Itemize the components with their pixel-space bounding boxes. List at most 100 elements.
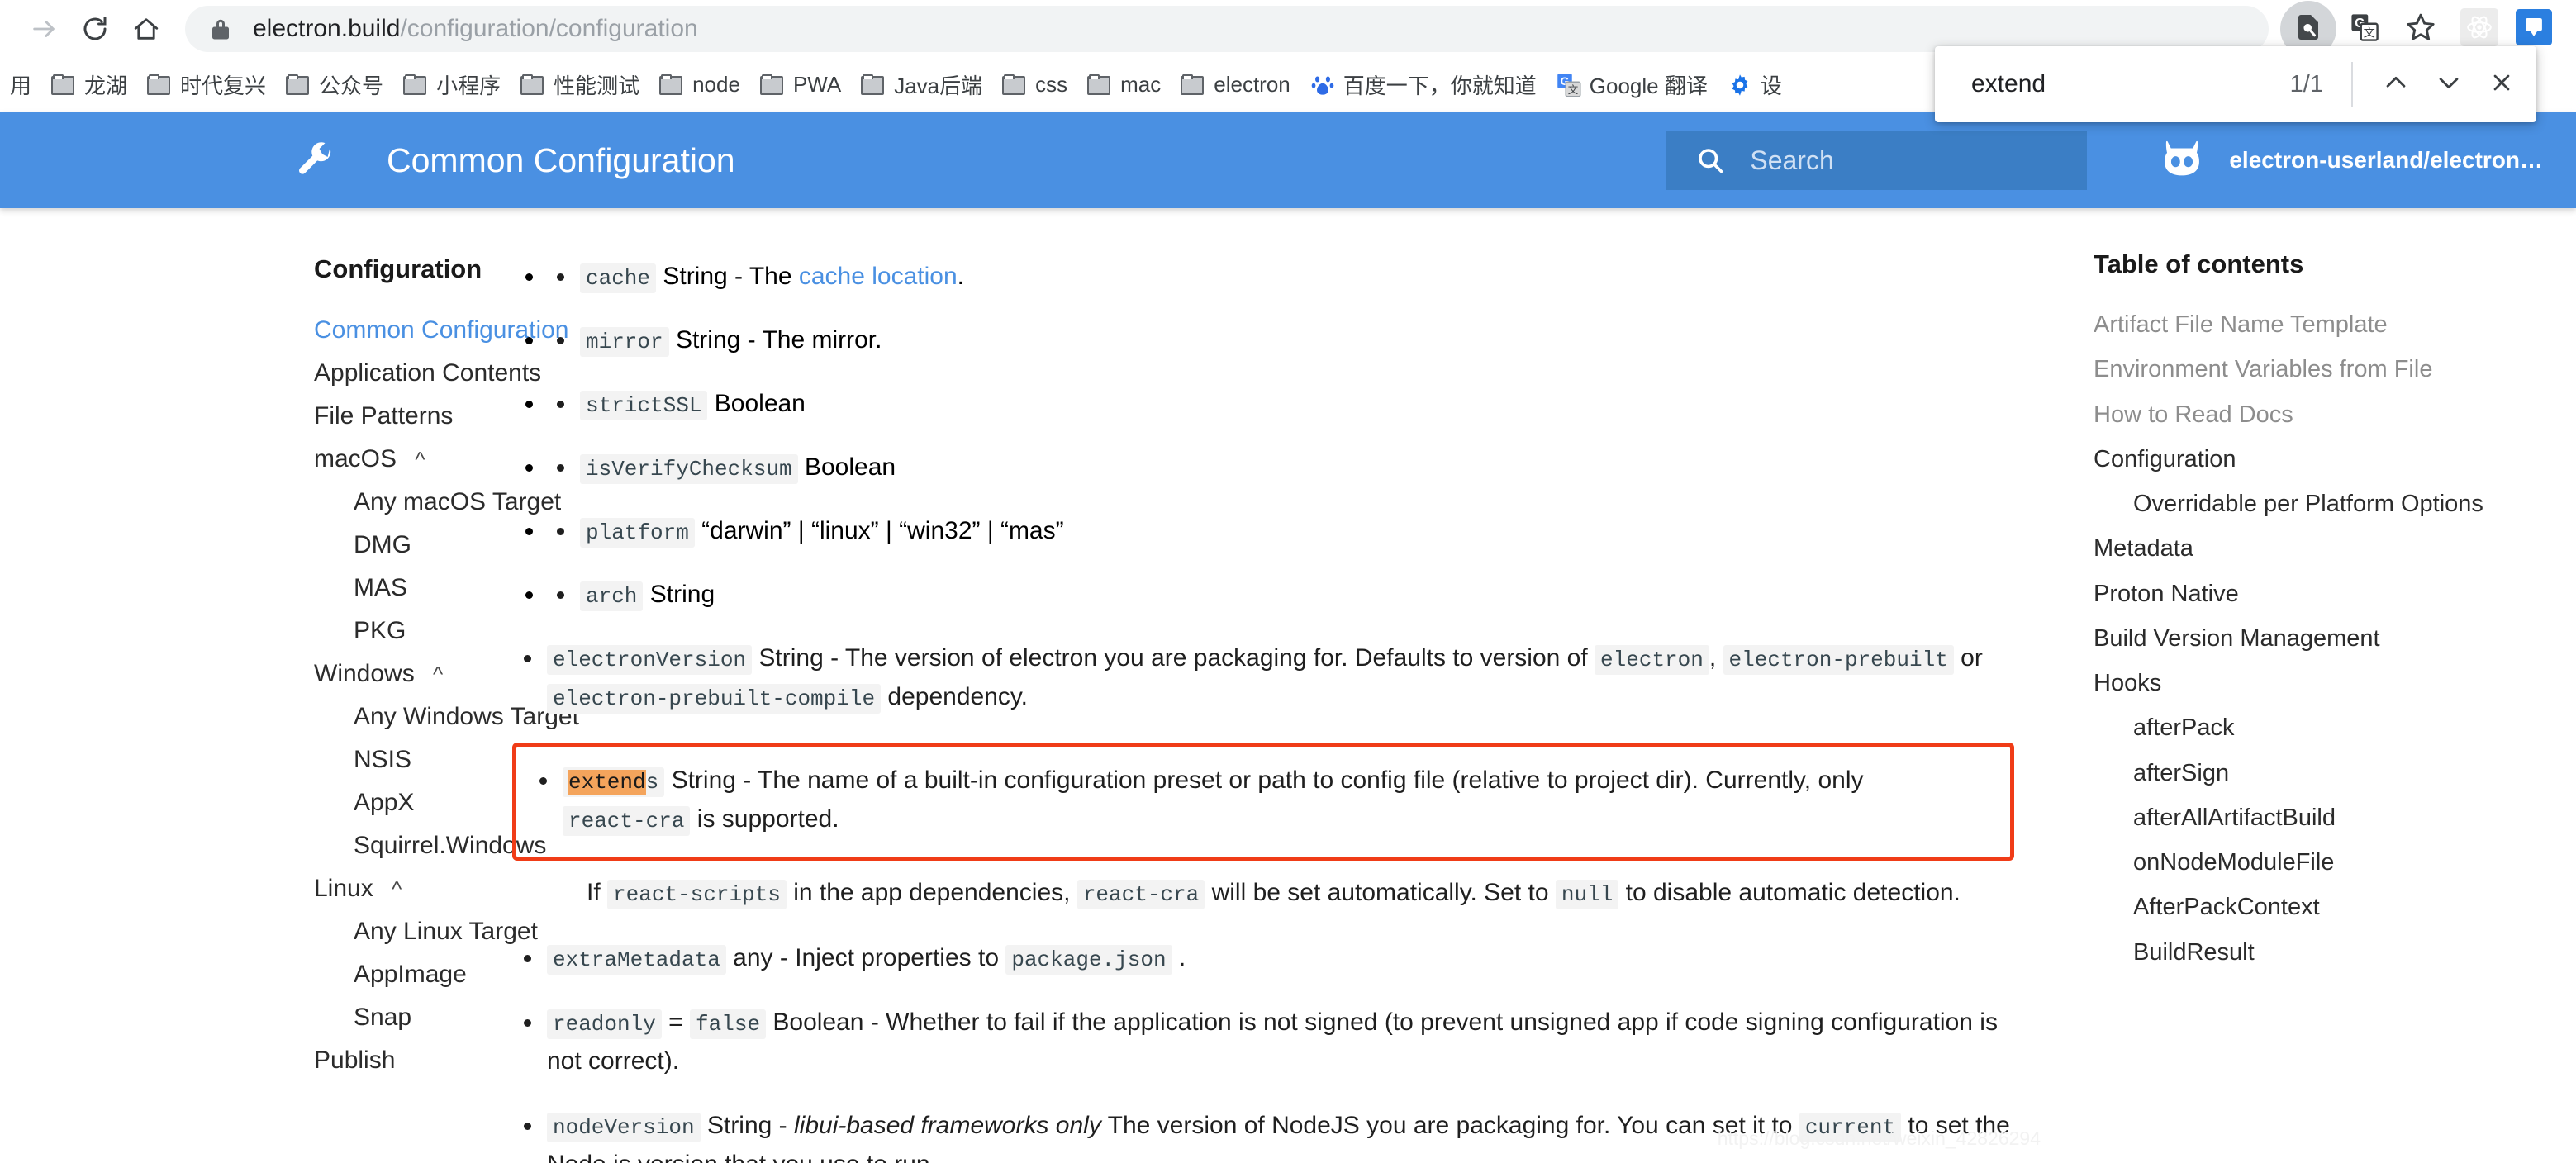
toc-item-onnodemodulefile[interactable]: onNodeModuleFile [2094,840,2543,885]
option-code-extends: extends [563,767,664,797]
toc-item-configuration[interactable]: Configuration [2094,437,2543,482]
sidebar-item-publish[interactable]: Publish [314,1039,512,1082]
find-next-button[interactable] [2422,58,2475,111]
find-match-highlight: extend [568,770,646,795]
bookmark-item[interactable]: 时代复兴 [137,64,276,105]
sidebar-item-label: Windows [314,660,415,687]
sidebar-item-label: AppImage [354,961,467,988]
chevron-up-icon[interactable]: ^ [392,876,402,902]
option-text-italic: libui-based frameworks only [794,1112,1101,1139]
react-extension-icon [2460,8,2498,50]
github-repo-link[interactable]: electron-userland/electron… [2160,137,2543,183]
folder-icon [760,74,785,96]
sidebar-item-file-patterns[interactable]: File Patterns [314,395,512,438]
toc-item-afterpack[interactable]: afterPack [2094,705,2543,750]
github-octocat-icon [2160,137,2206,183]
toc-heading: Table of contents [2094,249,2543,279]
sidebar-item-label: File Patterns [314,402,453,430]
list-item-extra-metadata: extraMetadata any - Inject properties to… [512,939,2014,978]
sidebar-item-any-windows-target[interactable]: Any Windows Target [314,695,512,738]
toc-item-aftersign[interactable]: afterSign [2094,751,2543,795]
note-tail: to disable automatic detection. [1618,879,1961,906]
sidebar-item-common-configuration[interactable]: Common Configuration [314,309,512,352]
find-close-button[interactable] [2475,58,2528,111]
sidebar-item-squirrel-windows[interactable]: Squirrel.Windows [314,824,512,867]
sidebar-item-label: Linux [314,875,373,902]
toc-item-overridable-per-platform-options[interactable]: Overridable per Platform Options [2094,482,2543,526]
sidebar-item-macos[interactable]: macOS ^ [314,438,512,481]
sidebar-navigation: Configuration Common Configuration Appli… [0,208,512,1163]
bookmark-item[interactable]: mac [1077,67,1171,102]
bookmark-item[interactable]: 用 [0,64,41,105]
toc-item-buildresult[interactable]: BuildResult [2094,930,2543,975]
bookmark-item[interactable]: Java后端 [851,64,992,105]
bookmark-item[interactable]: css [992,67,1077,102]
find-input[interactable]: extend [1971,70,2290,98]
toc-item-artifact-file-name-template[interactable]: Artifact File Name Template [2094,302,2543,347]
bookmark-label: node [692,72,740,97]
reload-button[interactable] [69,3,121,55]
bookmark-item[interactable]: 百度一下，你就知道 [1300,64,1547,105]
bookmark-label: 时代复兴 [180,69,266,100]
sidebar-item-linux[interactable]: Linux ^ [314,867,512,910]
bookmark-label: 百度一下，你就知道 [1343,69,1537,100]
bookmark-item[interactable]: 公众号 [276,64,393,105]
url-host: electron.build [253,15,400,42]
list-item: mirror String - The mirror. [545,321,2014,358]
option-code: extraMetadata [547,945,726,975]
bookmark-label: 龙湖 [84,69,127,100]
find-previous-button[interactable] [2369,58,2422,111]
option-list-rest: extraMetadata any - Inject properties to… [512,939,2014,1163]
option-code-electron-prebuilt: electron-prebuilt [1723,645,1954,675]
sidebar-item-any-macos-target[interactable]: Any macOS Target [314,481,512,524]
sidebar-item-label: Snap [354,1004,411,1031]
sidebar-item-appx[interactable]: AppX [314,781,512,824]
note-code-react-cra: react-cra [1077,880,1205,909]
option-code-package-json: package.json [1005,945,1172,975]
option-text: = [662,1009,690,1036]
sidebar-item-mas[interactable]: MAS [314,567,512,610]
toc-item-proton-native[interactable]: Proton Native [2094,572,2543,616]
home-button[interactable] [121,3,172,55]
bookmark-label: 用 [10,69,31,100]
sidebar-item-snap[interactable]: Snap [314,996,512,1039]
bookmark-item[interactable]: PWA [750,67,851,102]
toc-item-metadata[interactable]: Metadata [2094,526,2543,571]
lock-icon [210,17,231,41]
sidebar-item-label: DMG [354,531,411,558]
option-code-react-cra: react-cra [563,806,690,836]
sidebar-item-application-contents[interactable]: Application Contents [314,352,512,395]
toc-item-afterallartifactbuild[interactable]: afterAllArtifactBuild [2094,795,2543,840]
option-text: String [643,581,715,608]
site-search-placeholder: Search [1750,145,1833,176]
chevron-up-icon[interactable]: ^ [433,662,443,687]
sidebar-item-any-linux-target[interactable]: Any Linux Target [314,910,512,953]
toc-item-afterpackcontext[interactable]: AfterPackContext [2094,885,2543,929]
option-text-tail: dependency. [881,683,1028,710]
gear-icon [1728,73,1752,97]
sidebar-item-label: MAS [354,574,407,601]
sidebar-item-pkg[interactable]: PKG [314,610,512,653]
bookmark-item[interactable]: G 文 Google 翻译 [1547,64,1718,105]
address-bar[interactable]: electron.build/configuration/configurati… [185,6,2269,52]
bookmark-item[interactable]: 小程序 [393,64,511,105]
cache-location-link[interactable]: cache location [799,263,958,290]
toc-item-hooks[interactable]: Hooks [2094,661,2543,705]
forward-button[interactable] [18,3,69,55]
sidebar-item-dmg[interactable]: DMG [314,524,512,567]
chevron-up-icon[interactable]: ^ [415,447,425,472]
sidebar-item-nsis[interactable]: NSIS [314,738,512,781]
bookmark-item[interactable]: 性能测试 [511,64,649,105]
sidebar-item-windows[interactable]: Windows ^ [314,653,512,695]
sidebar-item-appimage[interactable]: AppImage [314,953,512,996]
table-of-contents: Table of contents Artifact File Name Tem… [2064,208,2576,1163]
folder-icon [1087,74,1112,96]
toc-item-environment-variables-from-file[interactable]: Environment Variables from File [2094,347,2543,392]
bookmark-item[interactable]: 设 [1718,64,1792,105]
bookmark-item[interactable]: electron [1171,67,1300,102]
bookmark-item[interactable]: node [649,67,750,102]
bookmark-item[interactable]: 龙湖 [41,64,137,105]
site-search-box[interactable]: Search [1666,131,2087,190]
toc-item-build-version-management[interactable]: Build Version Management [2094,616,2543,661]
toc-item-how-to-read-docs[interactable]: How to Read Docs [2094,392,2543,437]
